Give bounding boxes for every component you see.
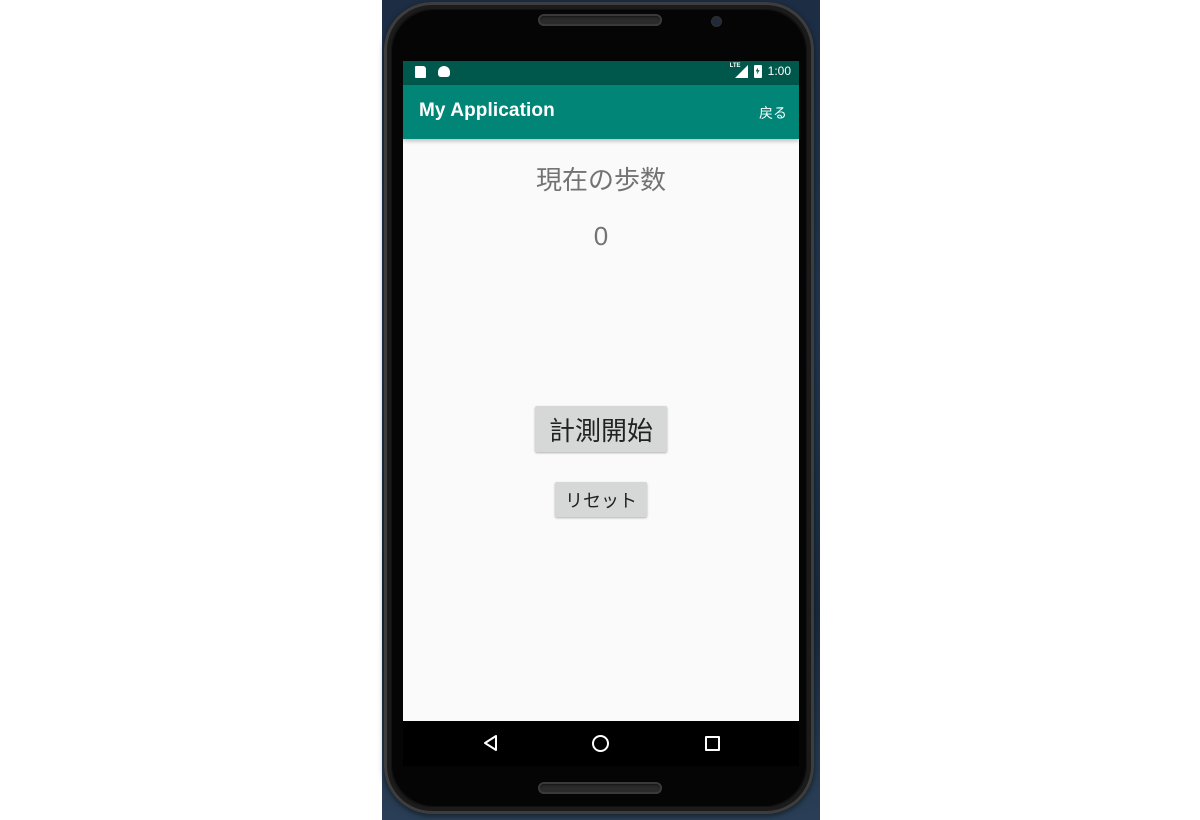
battery-charging-icon xyxy=(753,64,762,78)
steps-count: 0 xyxy=(593,221,609,251)
status-time: 1:00 xyxy=(767,64,791,78)
sd-card-icon xyxy=(415,66,426,78)
home-icon[interactable] xyxy=(592,735,609,752)
app-bar: My Application 戻る xyxy=(403,85,799,139)
lte-signal-icon: LTE xyxy=(730,63,748,78)
main-content: 現在の歩数 0 計測開始 リセット xyxy=(403,139,799,721)
app-title: My Application xyxy=(419,100,555,121)
device-screen: LTE 1:00 My Application 戻る 現在の歩数 0 計測開始 … xyxy=(403,61,799,766)
android-icon xyxy=(438,66,450,77)
bottom-speaker-grille xyxy=(538,782,662,794)
steps-label: 現在の歩数 xyxy=(535,166,666,196)
status-system-icons: LTE 1:00 xyxy=(730,63,791,78)
emulator-stage: LTE 1:00 My Application 戻る 現在の歩数 0 計測開始 … xyxy=(0,0,1200,820)
navigation-bar xyxy=(403,721,799,766)
status-notification-icons xyxy=(415,66,450,78)
start-measurement-button[interactable]: 計測開始 xyxy=(535,406,667,452)
recents-icon[interactable] xyxy=(705,736,720,751)
top-speaker-grille xyxy=(538,14,662,26)
front-camera xyxy=(712,17,721,26)
reset-button[interactable]: リセット xyxy=(555,482,647,517)
status-bar: LTE 1:00 xyxy=(403,61,799,85)
back-menu-item[interactable]: 戻る xyxy=(759,103,787,123)
back-icon[interactable] xyxy=(483,735,499,751)
phone-frame: LTE 1:00 My Application 戻る 現在の歩数 0 計測開始 … xyxy=(384,2,814,814)
